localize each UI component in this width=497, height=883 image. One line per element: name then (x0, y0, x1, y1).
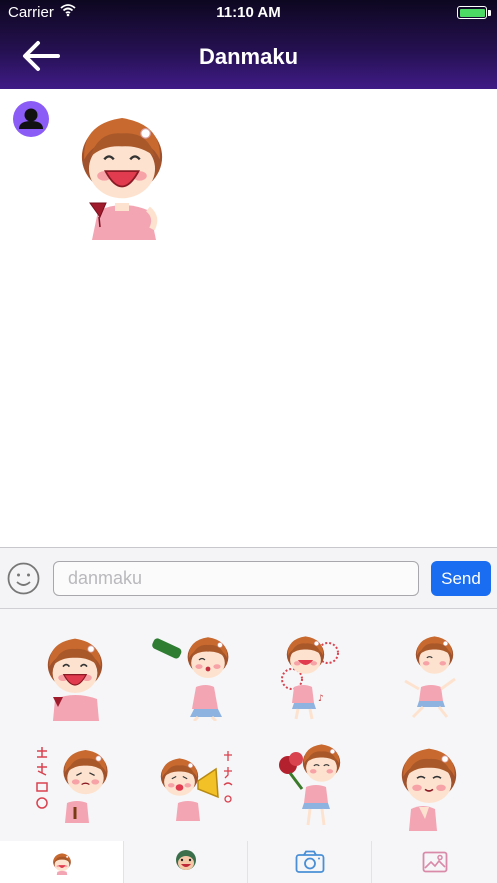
sticker-girl-praying-shy[interactable] (395, 741, 495, 831)
sticker-girl-dancing[interactable] (395, 631, 495, 721)
sticker-girl-crying-chinese-text[interactable] (25, 741, 125, 831)
status-time: 11:10 AM (216, 4, 281, 21)
sticker-girl-holding-bouquet[interactable] (272, 741, 372, 831)
cartoon-character-icon (175, 850, 196, 870)
message-list[interactable] (0, 89, 497, 546)
cartoon-girl-icon (52, 853, 71, 875)
battery-full-icon (457, 6, 487, 19)
tab-image[interactable] (372, 841, 497, 883)
sticker-panel: ♪ (0, 609, 497, 841)
smiley-icon (7, 562, 40, 595)
tab-cartoon-girl[interactable] (0, 841, 124, 883)
app-header: Carrier 11:10 AM Danmaku (0, 0, 497, 89)
sticker-girl-cheerleader-pompom[interactable]: ♪ (272, 631, 372, 721)
input-bar: Send (0, 547, 497, 609)
svg-text:♪: ♪ (318, 694, 324, 704)
avatar[interactable] (13, 101, 49, 137)
send-button[interactable]: Send (431, 561, 491, 596)
battery-tip (488, 10, 491, 16)
sticker-girl-laughing-wine[interactable] (25, 631, 125, 721)
tab-cartoon-character[interactable] (124, 841, 248, 883)
status-bar: Carrier 11:10 AM (0, 0, 497, 26)
camera-icon (295, 850, 324, 873)
emoji-button[interactable] (7, 562, 40, 595)
sticker-girl-megaphone-chinese-text[interactable] (148, 741, 248, 831)
person-icon (19, 108, 43, 129)
tab-camera[interactable] (248, 841, 372, 883)
page-title: Danmaku (198, 44, 299, 69)
message-sticker[interactable] (60, 99, 184, 240)
sticker-girl-drinking-bottle[interactable] (148, 631, 248, 723)
nav-bar: Danmaku (0, 26, 497, 89)
sticker-tab-bar (0, 841, 497, 883)
danmaku-input[interactable] (53, 561, 419, 596)
image-icon (422, 851, 447, 873)
